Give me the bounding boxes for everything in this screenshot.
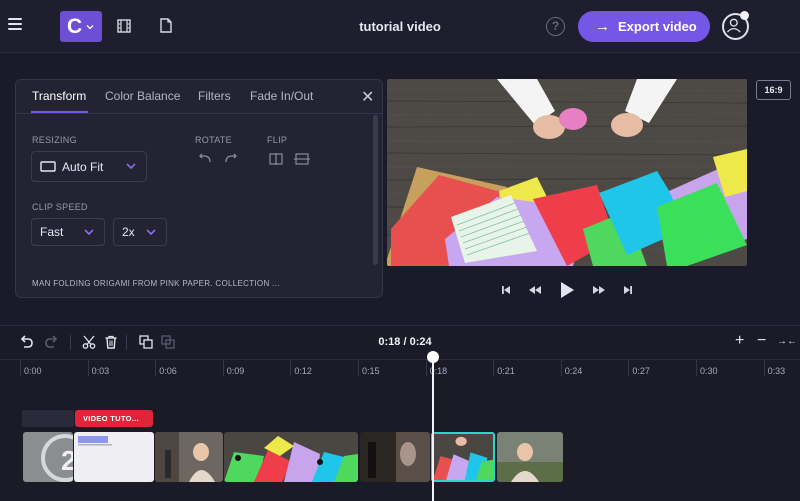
chevron-down-icon — [84, 229, 94, 236]
chevron-down-icon — [86, 24, 94, 29]
video-clip[interactable] — [360, 432, 430, 482]
ruler-tick — [628, 360, 630, 376]
ruler-label: 0:24 — [564, 366, 583, 376]
ruler-tick — [155, 360, 157, 376]
speed-multiplier-dropdown[interactable]: 2x — [113, 218, 167, 246]
ruler-label: 0:15 — [362, 366, 380, 376]
active-tab-indicator — [31, 111, 88, 113]
ruler-tick — [222, 360, 224, 376]
playhead-line — [432, 355, 434, 501]
ruler-tick — [358, 360, 359, 376]
ruler-label: 0:30 — [700, 366, 718, 376]
ruler-tick — [493, 360, 495, 376]
top-bar: C tutorial video ? → Export video — [0, 0, 800, 53]
video-clip[interactable] — [74, 432, 154, 482]
video-clip[interactable] — [224, 432, 358, 482]
video-preview[interactable] — [387, 79, 747, 266]
ruler-tick — [696, 360, 697, 376]
app-menu-button[interactable]: C — [60, 11, 102, 42]
ruler-label: 0:27 — [632, 366, 650, 376]
film-icon[interactable] — [117, 19, 131, 33]
timeline: 0:18 / 0:24 + − →← 0:00 0:03 0:06 0:09 0:12 0… — [0, 325, 800, 501]
aspect-fit-icon — [40, 161, 56, 172]
tab-color-balance[interactable]: Color Balance — [105, 89, 180, 103]
redo-icon[interactable] — [45, 335, 59, 349]
panel-scrollbar[interactable] — [373, 115, 378, 265]
zoom-in-button[interactable]: + — [735, 332, 744, 350]
export-video-button[interactable]: → Export video — [578, 11, 710, 42]
video-clip[interactable]: 2 — [23, 432, 73, 482]
text-track-empty — [22, 410, 74, 427]
chevron-down-icon — [146, 229, 156, 236]
duplicate-icon[interactable] — [139, 335, 153, 349]
play-icon[interactable] — [559, 281, 575, 299]
flip-vertical-icon[interactable] — [294, 153, 310, 165]
video-clip[interactable] — [155, 432, 223, 482]
logo-letter: C — [67, 14, 83, 38]
video-clip-selected[interactable] — [431, 432, 495, 482]
ruler-label: 0:09 — [226, 366, 245, 376]
toolbar-divider — [70, 335, 71, 350]
trash-icon[interactable] — [104, 335, 118, 349]
ruler-tick — [20, 360, 21, 376]
zoom-out-button[interactable]: − — [757, 332, 766, 350]
help-icon[interactable]: ? — [546, 17, 565, 36]
resizing-label: RESIZING — [32, 135, 77, 145]
aspect-ratio-button[interactable]: 16:9 — [756, 80, 791, 100]
hamburger-icon[interactable] — [8, 18, 22, 32]
ruler-tick — [763, 360, 765, 376]
ruler-tick — [425, 360, 427, 376]
ruler-tick — [87, 360, 89, 376]
svg-text:2: 2 — [61, 445, 73, 476]
arrow-right-icon: → — [595, 18, 610, 35]
ruler-label: 0:06 — [159, 366, 177, 376]
flip-label: FLIP — [267, 135, 288, 145]
rotate-label: ROTATE — [195, 135, 232, 145]
chevron-down-icon — [126, 163, 136, 170]
rotate-left-icon[interactable] — [197, 153, 213, 165]
speed-multiplier-value: 2x — [122, 225, 135, 239]
video-clip[interactable] — [497, 432, 563, 482]
group-icon[interactable] — [161, 335, 175, 349]
ruler-tick — [290, 360, 292, 376]
clip-speed-label: CLIP SPEED — [32, 202, 88, 212]
close-icon[interactable]: ✕ — [361, 87, 374, 107]
ruler-label: 0:21 — [497, 366, 515, 376]
cut-icon[interactable] — [82, 335, 96, 349]
playhead-handle[interactable] — [427, 351, 439, 363]
ruler-label: 0:12 — [294, 366, 312, 376]
document-icon[interactable] — [160, 18, 172, 33]
timeline-ruler[interactable]: 0:00 0:03 0:06 0:09 0:12 0:15 0:18 0:21 0:24 0:27… — [0, 359, 800, 381]
export-label: Export video — [618, 19, 697, 34]
ruler-tick — [560, 360, 562, 376]
undo-icon[interactable] — [19, 335, 33, 349]
clip-speed-value: Fast — [40, 225, 64, 239]
notification-badge — [740, 11, 749, 20]
fast-forward-icon[interactable] — [592, 283, 606, 297]
resizing-dropdown[interactable]: Auto Fit — [31, 151, 147, 182]
properties-tabs: Transform Color Balance Filters Fade In/… — [16, 80, 382, 114]
ruler-label: 0:33 — [767, 366, 786, 376]
zoom-fit-button[interactable]: →← — [777, 336, 797, 347]
tab-filters[interactable]: Filters — [198, 89, 231, 103]
tab-fade-in-out[interactable]: Fade In/Out — [250, 89, 313, 103]
rewind-icon[interactable] — [528, 283, 542, 297]
toolbar-divider — [126, 335, 127, 350]
skip-forward-icon[interactable] — [622, 283, 634, 297]
current-time-display: 0:18 / 0:24 — [378, 336, 432, 348]
tab-transform[interactable]: Transform — [32, 89, 86, 103]
clip-speed-dropdown[interactable]: Fast — [31, 218, 105, 246]
rotate-right-icon[interactable] — [223, 153, 239, 165]
clip-name: MAN FOLDING ORIGAMI FROM PINK PAPER. COL… — [32, 279, 280, 288]
text-clip[interactable]: VIDEO TUTO... — [75, 410, 153, 427]
ruler-label: 0:03 — [91, 366, 110, 376]
project-title[interactable]: tutorial video — [300, 19, 500, 34]
resizing-value: Auto Fit — [62, 159, 104, 174]
flip-horizontal-icon[interactable] — [268, 153, 284, 165]
clip-properties-panel: Transform Color Balance Filters Fade In/… — [15, 79, 383, 298]
skip-back-icon[interactable] — [500, 283, 512, 297]
ruler-label: 0:00 — [24, 366, 42, 376]
